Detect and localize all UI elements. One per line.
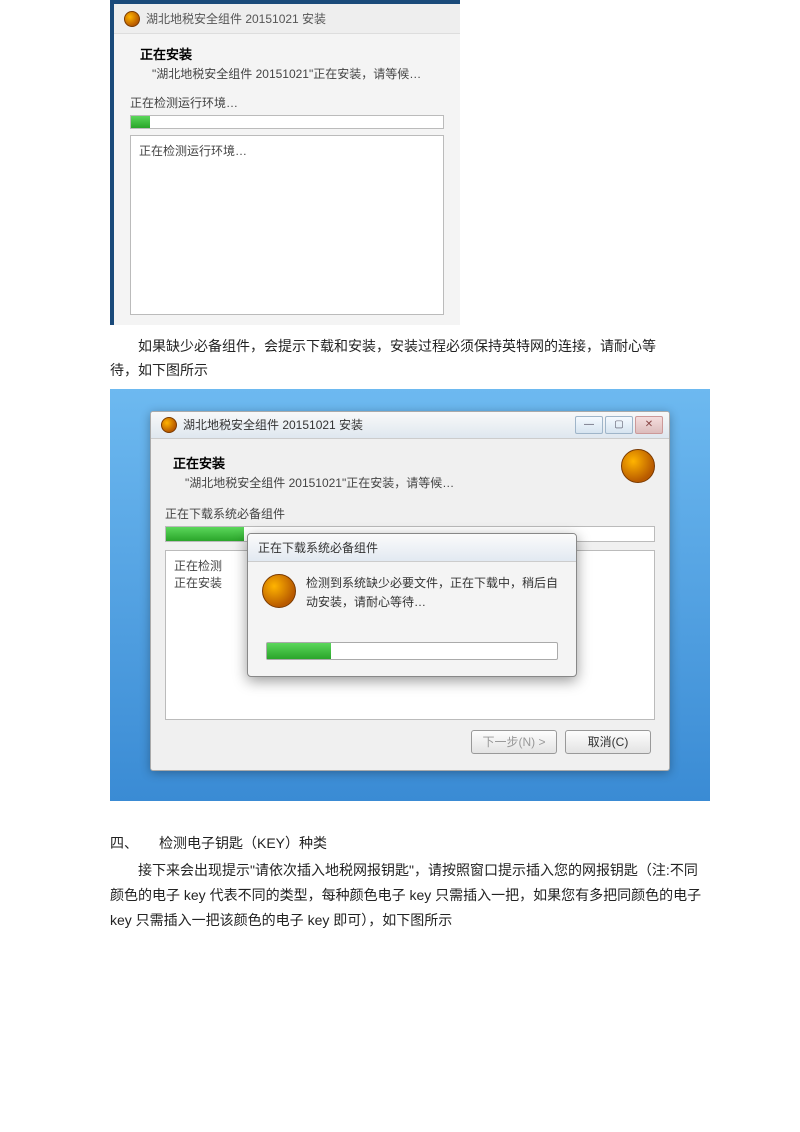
installer-subtitle: "湖北地税安全组件 20151021"正在安装，请等候… [185,474,621,491]
window-title: 湖北地税安全组件 20151021 安装 [183,416,363,433]
screenshot-installer-downloading: 湖北地税安全组件 20151021 安装 — ▢ ✕ 正在安装 "湖北地税安全组… [110,389,710,801]
installer-log: 正在检测运行环境… [130,135,444,315]
cancel-button[interactable]: 取消(C) [565,730,651,754]
tax-logo-icon [262,574,296,608]
window-titlebar: 湖北地税安全组件 20151021 安装 — ▢ ✕ [151,412,669,439]
installer-status: 正在下载系统必备组件 [165,505,655,522]
close-button[interactable]: ✕ [635,416,663,434]
section-body: 接下来会出现提示"请依次插入地税网报钥匙"，请按照窗口提示插入您的网报钥匙（注:… [110,858,710,934]
download-popup: 正在下载系统必备组件 检测到系统缺少必要文件，正在下载中，稍后自动安装，请耐心等… [247,533,577,677]
installer-window: 湖北地税安全组件 20151021 安装 — ▢ ✕ 正在安装 "湖北地税安全组… [150,411,670,771]
next-button[interactable]: 下一步(N) > [471,730,557,754]
window-title: 湖北地税安全组件 20151021 安装 [146,10,326,27]
popup-title: 正在下载系统必备组件 [248,534,576,562]
installer-subtitle: "湖北地税安全组件 20151021"正在安装，请等候… [152,65,444,82]
tax-logo-icon [124,11,140,27]
maximize-button[interactable]: ▢ [605,416,633,434]
installer-heading: 正在安装 [140,44,444,63]
window-titlebar: 湖北地税安全组件 20151021 安装 [114,4,460,34]
minimize-button[interactable]: — [575,416,603,434]
section-heading: 四、 检测电子钥匙（KEY）种类 [110,831,710,856]
installer-heading: 正在安装 [173,453,621,472]
log-line: 正在检测运行环境… [139,144,247,158]
paragraph-download-note: 如果缺少必备组件，会提示下载和安装，安装过程必须保持英特网的连接，请耐心等 待，… [110,335,710,383]
popup-message: 检测到系统缺少必要文件，正在下载中，稍后自动安装，请耐心等待… [306,574,562,612]
screenshot-installer-detecting: 湖北地税安全组件 20151021 安装 正在安装 "湖北地税安全组件 2015… [110,0,460,325]
installer-status: 正在检测运行环境… [130,94,444,111]
tax-logo-icon [161,417,177,433]
section-detect-key: 四、 检测电子钥匙（KEY）种类 接下来会出现提示"请依次插入地税网报钥匙"，请… [110,831,710,934]
popup-progress-bar [266,642,558,660]
progress-bar [130,115,444,129]
tax-logo-icon [621,449,655,483]
